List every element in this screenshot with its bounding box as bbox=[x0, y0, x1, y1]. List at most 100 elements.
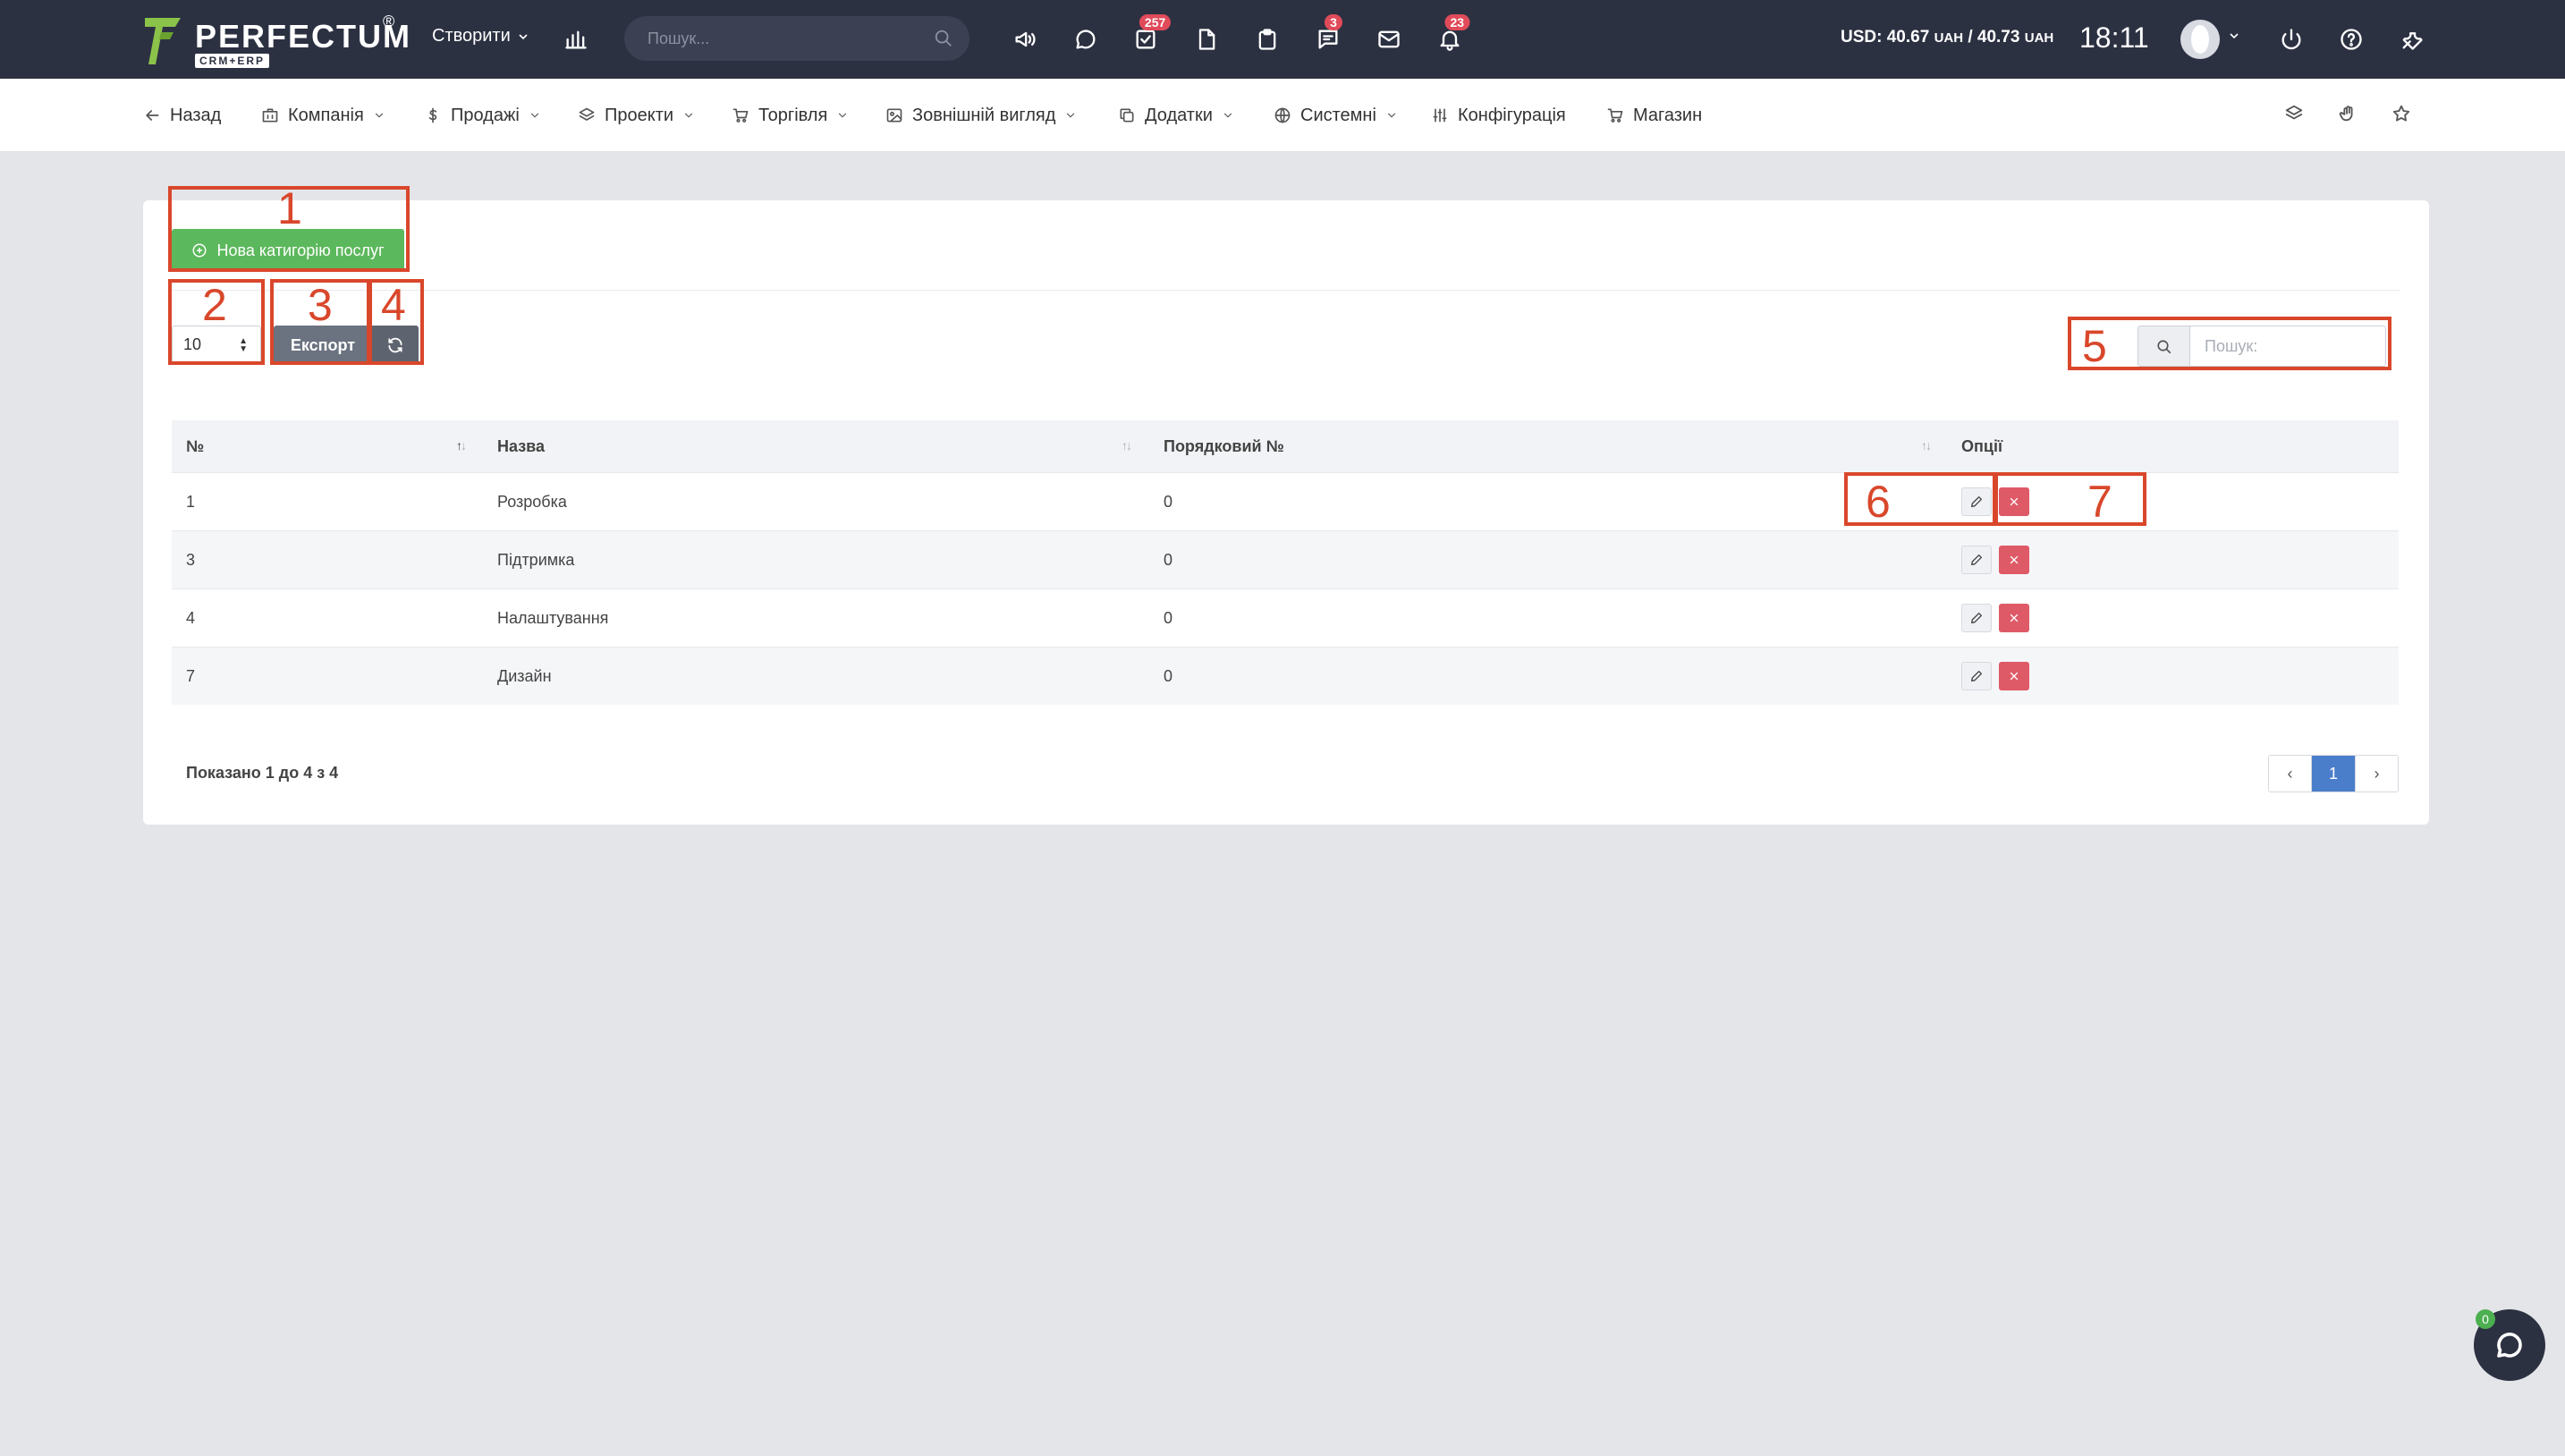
cell-id: 3 bbox=[186, 551, 196, 569]
close-icon bbox=[2010, 614, 2019, 622]
files-button[interactable] bbox=[1190, 23, 1223, 55]
brand-registered: ® bbox=[383, 13, 395, 30]
delete-button[interactable] bbox=[1999, 662, 2029, 690]
hand-icon bbox=[2339, 106, 2353, 122]
arrow-left-icon bbox=[146, 110, 159, 121]
cell-id: 7 bbox=[186, 667, 196, 685]
message-circle-icon bbox=[1076, 30, 1096, 49]
header-name[interactable]: Назва bbox=[497, 437, 545, 456]
nav-configuration-label: Конфігурація bbox=[1458, 105, 1566, 125]
brand-subtitle: CRM+ERP bbox=[195, 54, 270, 68]
reports-button[interactable] bbox=[560, 23, 592, 55]
tasks-button[interactable]: 257 bbox=[1130, 14, 1172, 55]
table-row: 3 Підтримка 0 bbox=[172, 530, 2399, 588]
help-button[interactable] bbox=[2335, 23, 2367, 55]
file-icon bbox=[1198, 29, 1215, 50]
chat-button[interactable] bbox=[1070, 23, 1102, 55]
notifications-button[interactable]: 23 bbox=[1434, 14, 1470, 55]
tasks-badge: 257 bbox=[1139, 14, 1172, 30]
create-menu-label: Створити bbox=[432, 26, 511, 46]
pagination-page[interactable]: 1 bbox=[2312, 756, 2355, 791]
help-circle-icon bbox=[2341, 29, 2362, 50]
chevron-down-icon bbox=[1387, 113, 1396, 118]
nav-store[interactable]: Магазин bbox=[1606, 102, 1702, 129]
megaphone-icon bbox=[1015, 31, 1036, 47]
star-icon bbox=[2392, 105, 2410, 122]
header-number[interactable]: № bbox=[186, 437, 204, 456]
nav-system[interactable]: Системні bbox=[1274, 102, 1398, 129]
clipboard-icon bbox=[1258, 29, 1276, 50]
cell-name: Налаштування bbox=[497, 609, 609, 627]
table-header: № ↑↓ Назва ↑↓ Порядковий № ↑↓ Опції bbox=[172, 420, 2399, 472]
sort-icon[interactable]: ↑↓ bbox=[1122, 438, 1132, 453]
top-search-input[interactable] bbox=[648, 16, 916, 61]
close-icon bbox=[2010, 672, 2019, 681]
nav-sales[interactable]: Продажі bbox=[424, 102, 541, 129]
nav-back[interactable]: Назад bbox=[143, 102, 221, 129]
chevron-down-icon[interactable] bbox=[2229, 30, 2239, 41]
pagination-prev[interactable]: ‹ bbox=[2269, 756, 2312, 791]
mail-button[interactable] bbox=[1373, 23, 1405, 55]
nav-appearance-label: Зовнішній вигляд bbox=[912, 105, 1056, 125]
sort-icon[interactable]: ↑↓ bbox=[1921, 438, 1932, 453]
search-icon[interactable] bbox=[934, 29, 953, 48]
cell-id: 4 bbox=[186, 609, 196, 627]
chevron-down-icon bbox=[519, 33, 528, 39]
nav-company-label: Компанія bbox=[288, 105, 364, 125]
sliders-icon bbox=[1433, 108, 1447, 123]
edit-button[interactable] bbox=[1961, 662, 1992, 690]
annotation-number-6: 6 bbox=[1866, 477, 1891, 527]
brand-logo[interactable]: PERFECTUM ® CRM+ERP bbox=[143, 13, 411, 68]
announcements-button[interactable] bbox=[1009, 23, 1041, 55]
notes-button[interactable]: 3 bbox=[1312, 14, 1344, 55]
nav-trade[interactable]: Торгівля bbox=[732, 102, 849, 129]
pagination: ‹ 1 › bbox=[2268, 755, 2399, 792]
settings-button[interactable] bbox=[2396, 23, 2428, 55]
currency-unit-2: UAH bbox=[2024, 30, 2054, 46]
annotation-number-1: 1 bbox=[277, 183, 302, 233]
create-menu[interactable]: Створити bbox=[432, 26, 529, 47]
clipboard-button[interactable] bbox=[1251, 23, 1283, 55]
annotation-box-7 bbox=[1994, 472, 2146, 526]
chevron-down-icon bbox=[1067, 113, 1075, 118]
clock: 18:11 bbox=[2079, 21, 2149, 54]
power-icon bbox=[2281, 29, 2301, 50]
mail-icon bbox=[1378, 30, 1400, 48]
chat-bubble-icon bbox=[2497, 1333, 2522, 1358]
cell-order: 0 bbox=[1164, 609, 1173, 627]
logout-button[interactable] bbox=[2275, 23, 2307, 55]
nav-addons[interactable]: Додатки bbox=[1118, 102, 1234, 129]
pagination-next[interactable]: › bbox=[2355, 756, 2398, 791]
cart-icon bbox=[1607, 108, 1623, 123]
delete-button[interactable] bbox=[1999, 604, 2029, 632]
divider bbox=[172, 290, 2400, 291]
nav-company[interactable]: Компанія bbox=[261, 102, 385, 129]
nav-configuration[interactable]: Конфігурація bbox=[1431, 102, 1566, 129]
nav-projects-label: Проекти bbox=[605, 105, 674, 125]
chevron-down-icon bbox=[684, 113, 693, 118]
layers-button[interactable] bbox=[2281, 100, 2307, 127]
close-icon bbox=[2010, 555, 2019, 564]
table-row: 7 Дизайн 0 bbox=[172, 647, 2399, 705]
notes-icon bbox=[1318, 30, 1338, 49]
pencil-icon bbox=[1971, 554, 1982, 565]
hand-button[interactable] bbox=[2334, 100, 2361, 127]
building-icon bbox=[262, 108, 278, 123]
cell-name: Підтримка bbox=[497, 551, 575, 569]
cell-order: 0 bbox=[1164, 667, 1173, 685]
header-order[interactable]: Порядковий № bbox=[1164, 437, 1284, 456]
chevron-down-icon bbox=[839, 113, 847, 118]
nav-appearance[interactable]: Зовнішній вигляд bbox=[885, 102, 1077, 129]
globe-icon bbox=[1274, 107, 1291, 123]
user-avatar[interactable] bbox=[2180, 20, 2220, 59]
edit-button[interactable] bbox=[1961, 604, 1992, 632]
edit-button[interactable] bbox=[1961, 546, 1992, 574]
sort-icon[interactable]: ↑↓ bbox=[456, 438, 467, 453]
copy-icon bbox=[1120, 108, 1134, 123]
notes-badge: 3 bbox=[1325, 14, 1342, 30]
cell-name: Розробка bbox=[497, 493, 567, 511]
top-search bbox=[624, 16, 969, 61]
nav-projects[interactable]: Проекти bbox=[578, 102, 695, 129]
delete-button[interactable] bbox=[1999, 546, 2029, 574]
favorites-button[interactable] bbox=[2388, 100, 2415, 127]
